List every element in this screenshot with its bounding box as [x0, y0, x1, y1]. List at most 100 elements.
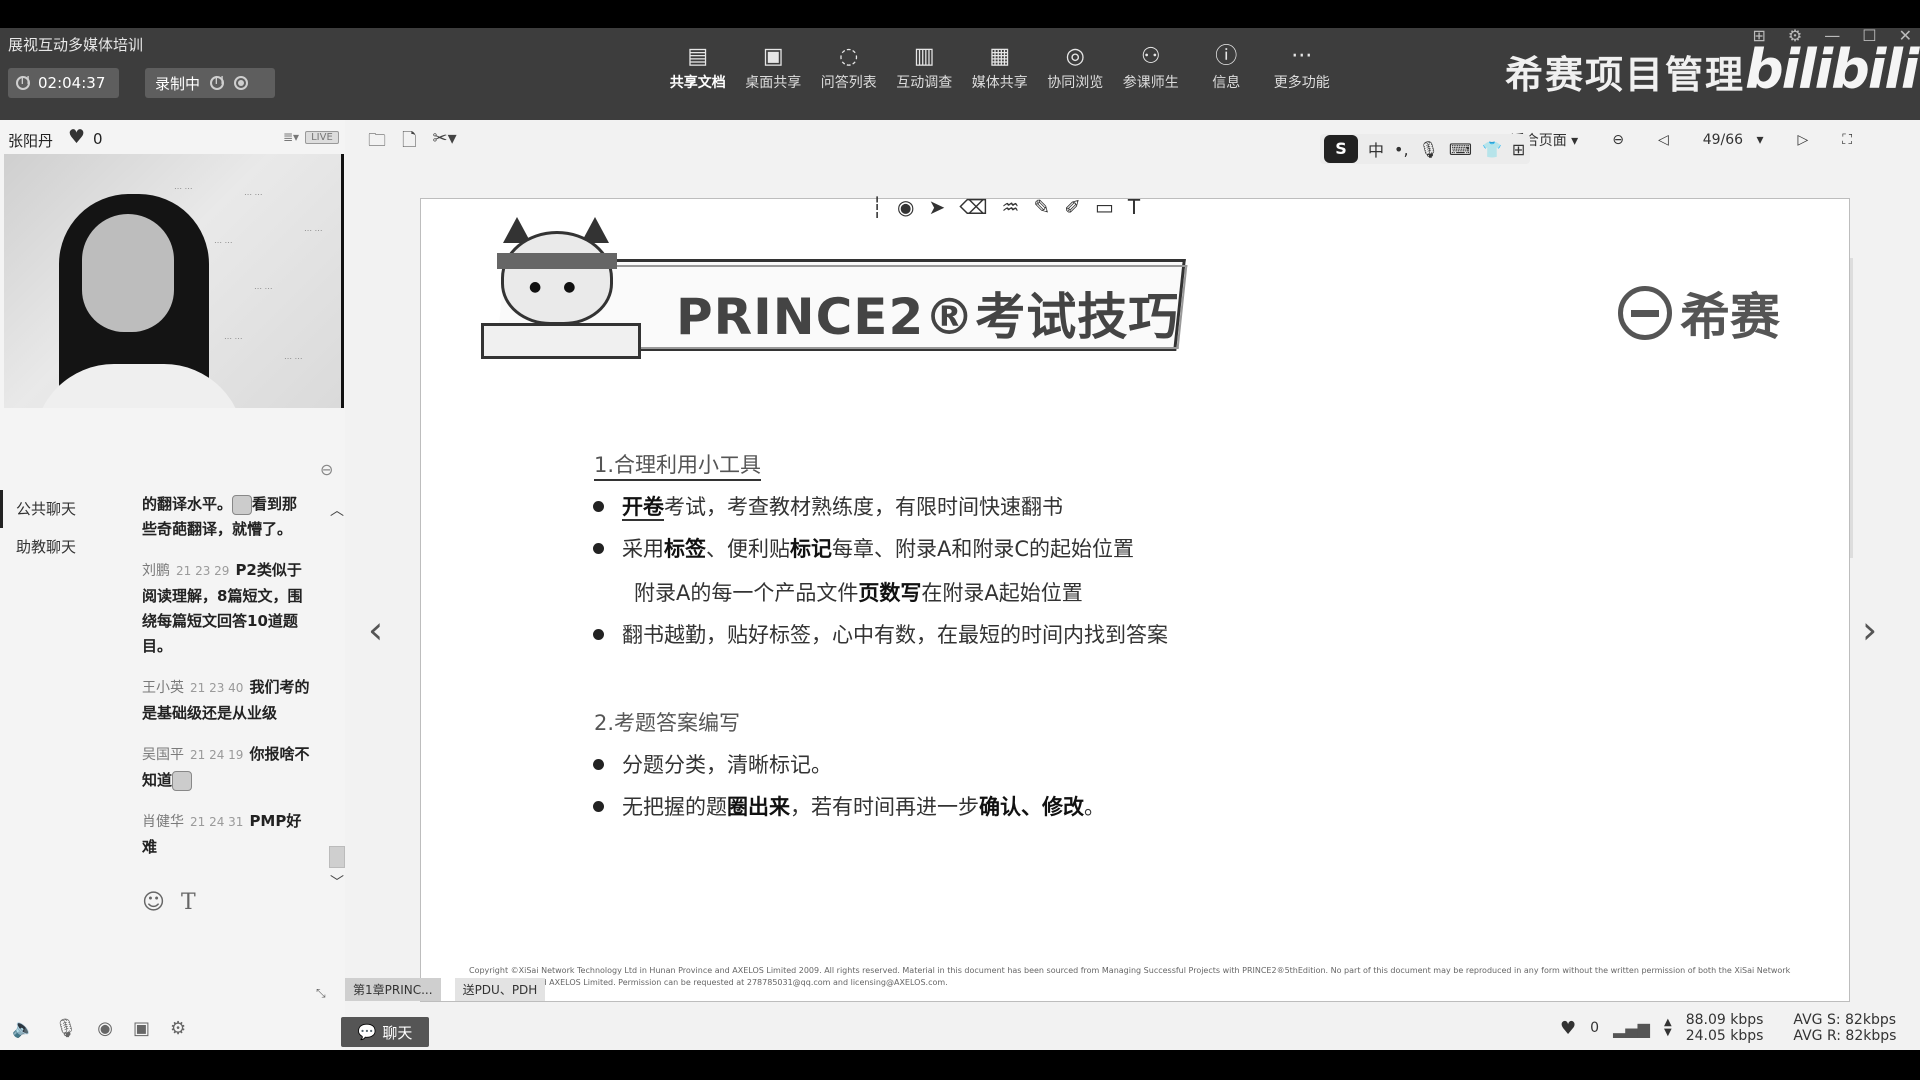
up-down-icon: ▲ ▼ [1663, 1017, 1672, 1038]
slide-scrollbar[interactable] [1850, 258, 1853, 558]
open-folder-icon[interactable]: 🗀 [368, 128, 386, 158]
clear-icon[interactable]: ♒ [1002, 195, 1020, 219]
microphone-icon[interactable]: 🎙 [1419, 140, 1439, 159]
plain-text: 采用 [622, 537, 664, 561]
presenter-name: 张阳丹 [8, 132, 54, 150]
screen: 展视互动多媒体培训 ⊞ ⚙ — ☐ ✕ 02:04:37 录制中 ▤共享文档▣桌… [0, 0, 1920, 1080]
status-area: ♥ 0 ▂▄▆ ▲ ▼ 88.09 kbps AVG S: 82kbps 24.0… [1560, 1012, 1896, 1044]
chat-message: 王小英 21 23 40 我们考的是基础级还是从业级 [142, 675, 312, 726]
chat-time: 21 23 29 [176, 564, 230, 578]
bullet-dot [593, 628, 604, 640]
pen-icon[interactable]: ✐ [1064, 195, 1081, 219]
text-format-icon[interactable]: T [181, 890, 196, 915]
chat-scrollbar[interactable]: ︿ ﹀ [327, 500, 347, 900]
highlighter-icon[interactable]: ✎ [1033, 195, 1050, 219]
prev-page-icon[interactable]: ◁ [1658, 132, 1669, 148]
person-face [82, 214, 174, 332]
chat-message: 的翻译水平。 看到那些奇葩翻译，就懵了。 [142, 492, 312, 542]
drag-handle-icon[interactable]: ┆ [871, 195, 883, 219]
bold-text: 开卷 [622, 495, 664, 521]
wall-mark: ⋯ ⋯ [284, 354, 303, 363]
recording-status: 录制中 [145, 68, 275, 98]
toolbar-item[interactable]: ▤ 共享文档 [660, 42, 736, 92]
toolbar-item[interactable]: ⚇ 参课师生 [1113, 42, 1189, 92]
toolbar-item[interactable]: ▦ 媒体共享 [962, 42, 1038, 92]
laser-pointer-icon[interactable]: ◉ [897, 195, 914, 219]
apps-grid-icon[interactable]: ⊞ [1512, 140, 1525, 159]
recording-pause-icon[interactable] [210, 75, 224, 90]
pause-icon[interactable] [16, 75, 30, 90]
toolbar-item-label: 桌面共享 [745, 75, 802, 91]
page-select[interactable]: 49/66 ▾ [1703, 132, 1764, 148]
tab-public-chat[interactable]: 公共聊天 [0, 490, 110, 528]
live-indicator: ≣▾ LIVE [283, 130, 339, 144]
resize-grip-icon[interactable]: ⤡ [316, 986, 326, 1001]
punctuation-icon[interactable]: •, [1394, 140, 1409, 159]
toolbar-item[interactable]: ▥ 互动调查 [887, 42, 963, 92]
next-slide-icon[interactable]: › [1862, 608, 1877, 652]
bullet-continuation: 附录A的每一个产品文件页数写在附录A起始位置 [634, 577, 1083, 607]
heart-icon[interactable]: ♥ [68, 126, 85, 148]
settings-icon[interactable]: ⚙ [170, 1018, 186, 1039]
timer-value: 02:04:37 [38, 74, 106, 92]
chat-button[interactable]: 💬 聊天 [341, 1017, 429, 1047]
recording-stop-icon[interactable] [234, 76, 249, 90]
network-stats: 88.09 kbps AVG S: 82kbps 24.05 kbps AVG … [1686, 1012, 1897, 1044]
bar-chart-icon: ▥ [913, 44, 935, 69]
chat-button-label: 聊天 [382, 1023, 413, 1042]
prev-slide-icon[interactable]: ‹ [368, 608, 383, 652]
cat-desk [481, 323, 641, 359]
ime-logo[interactable]: S [1324, 135, 1358, 163]
live-badge: LIVE [305, 130, 339, 144]
bullet-dot [593, 800, 604, 812]
ime-language[interactable]: 中 [1368, 137, 1384, 161]
info-icon: ⓘ [1215, 44, 1238, 69]
bold-text: 圈出来 [727, 795, 790, 819]
skin-icon[interactable]: 👕 [1482, 140, 1502, 159]
scroll-up-icon[interactable]: ︿ [330, 500, 344, 520]
bullet-item: 分题分类，清晰标记。 [591, 749, 832, 779]
speaker-icon[interactable]: 🔈 [12, 1018, 34, 1039]
text-tool-icon[interactable]: T [1128, 195, 1140, 219]
screen-icon[interactable]: ▣ [133, 1018, 150, 1039]
doc-tab[interactable]: 第1章PRINC... [345, 978, 441, 1001]
bullet-item: 翻书越勤，贴好标签，心中有数，在最短的时间内找到答案 [591, 619, 1168, 649]
zoom-out-icon[interactable]: ⊖ [1612, 132, 1624, 148]
toolbar-item[interactable]: ▣ 桌面共享 [736, 42, 812, 92]
doc-tab[interactable]: 送PDU、PDH [454, 978, 546, 1001]
eraser-icon[interactable]: ⌫ [959, 195, 987, 219]
tab-assistant-chat[interactable]: 助教聊天 [0, 528, 110, 566]
app-window: 展视互动多媒体培训 ⊞ ⚙ — ☐ ✕ 02:04:37 录制中 ▤共享文档▣桌… [0, 26, 1920, 1050]
ime-toolbar: S 中 •, 🎙 ⌨ 👕 ⊞ [1320, 134, 1530, 164]
scissors-icon[interactable]: ✂▾ [432, 128, 456, 158]
camera-icon[interactable]: ◉ [97, 1018, 113, 1039]
top-bar: 展视互动多媒体培训 ⊞ ⚙ — ☐ ✕ 02:04:37 录制中 ▤共享文档▣桌… [0, 26, 1920, 120]
toolbar-item[interactable]: ◎ 协同浏览 [1038, 42, 1114, 92]
wall-mark: ⋯ ⋯ [224, 334, 243, 343]
scroll-down-icon[interactable]: ﹀ [330, 872, 344, 892]
toolbar-item-label: 媒体共享 [971, 75, 1028, 91]
chat-sender: 王小英 [142, 680, 184, 696]
wall-mark: ⋯ ⋯ [174, 184, 193, 193]
toolbar-item[interactable]: ··· 更多功能 [1264, 42, 1340, 92]
next-page-icon[interactable]: ▷ [1797, 132, 1808, 148]
microphone-icon[interactable]: 🎙 [54, 1018, 77, 1039]
toolbar-item[interactable]: ◌ 问答列表 [811, 42, 887, 92]
keyboard-icon[interactable]: ⌨ [1449, 140, 1472, 159]
scroll-thumb[interactable] [329, 846, 345, 868]
new-file-icon[interactable]: 🗋 [402, 128, 416, 158]
plain-text: 每章、附录A和附录C的起始位置 [832, 537, 1135, 561]
emoji-icon[interactable]: ☺ [142, 890, 165, 915]
pointer-icon[interactable]: ➤ [929, 195, 946, 219]
chat-time: 21 24 19 [190, 748, 244, 762]
toolbar-item[interactable]: ⓘ 信息 [1189, 42, 1265, 92]
bilibili-logo: bilibili [1745, 38, 1919, 101]
fullscreen-icon[interactable]: ⛶ [1842, 132, 1852, 148]
annotation-tools: ┆ ◉ ➤ ⌫ ♒ ✎ ✐ ▭ T [871, 195, 1140, 219]
qa-icon: ◌ [839, 44, 859, 69]
collapse-icon[interactable]: ⊖ [320, 460, 333, 479]
heart-icon[interactable]: ♥ [1560, 1018, 1576, 1039]
rectangle-icon[interactable]: ▭ [1095, 195, 1114, 219]
menu-icon[interactable]: ≣▾ [283, 130, 299, 144]
document-toolbar: 🗀 🗋 ✂▾ ⟲ 适合页面 ▾ ⊖ ◁ 49/66 ▾ ▷ ⛶ [345, 120, 1920, 160]
